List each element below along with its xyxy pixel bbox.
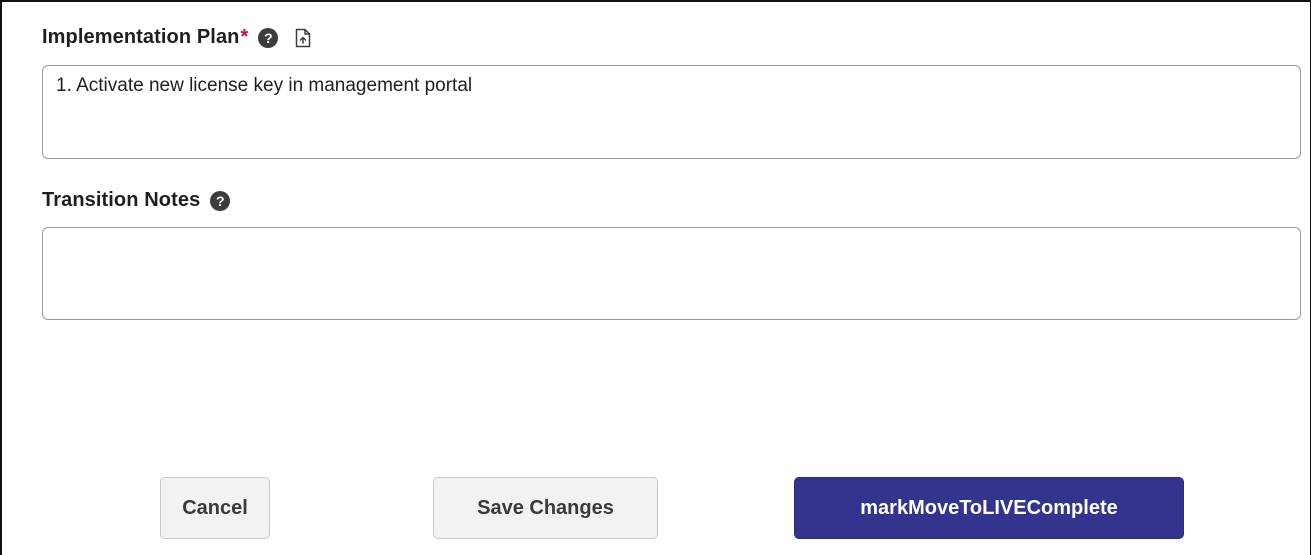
cancel-button[interactable]: Cancel xyxy=(160,477,270,539)
help-icon[interactable]: ? xyxy=(210,190,231,211)
help-icon[interactable]: ? xyxy=(258,27,279,48)
required-marker: * xyxy=(240,26,249,48)
implementation-plan-label-row: Implementation Plan * ? xyxy=(42,26,312,49)
file-upload-icon[interactable] xyxy=(294,28,312,48)
save-changes-button[interactable]: Save Changes xyxy=(433,477,658,539)
implementation-plan-label: Implementation Plan xyxy=(42,26,240,48)
transition-notes-label-row: Transition Notes ? xyxy=(42,189,231,212)
transition-notes-input[interactable] xyxy=(42,227,1301,320)
form-panel: Implementation Plan * ? 1. Activate new … xyxy=(0,0,1311,555)
transition-notes-label: Transition Notes xyxy=(42,189,201,211)
mark-move-to-live-complete-button[interactable]: markMoveToLIVEComplete xyxy=(794,477,1184,539)
implementation-plan-input[interactable]: 1. Activate new license key in managemen… xyxy=(42,65,1301,159)
